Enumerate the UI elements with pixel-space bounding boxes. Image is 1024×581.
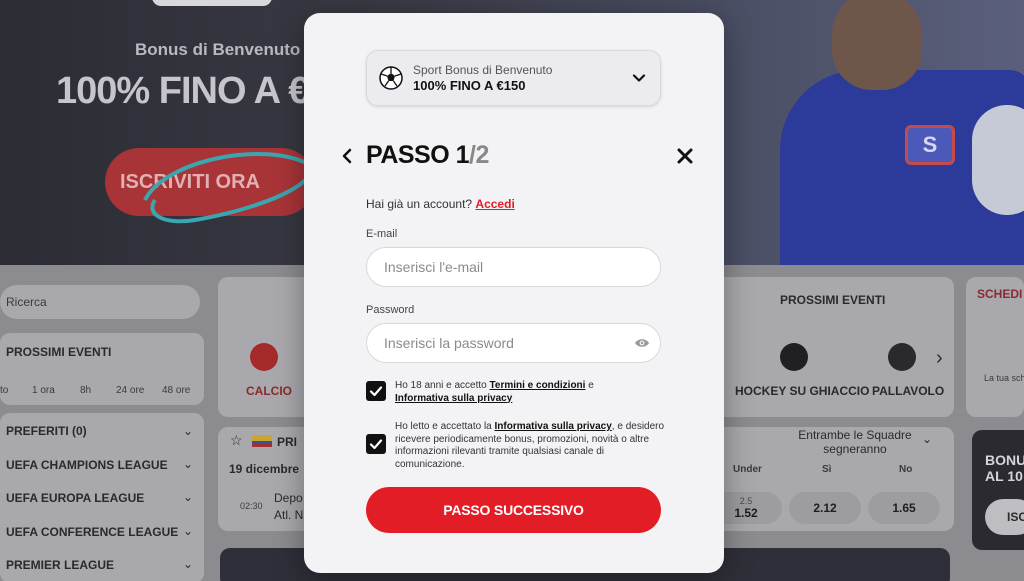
match-date: 19 dicembre — [229, 462, 300, 476]
sport-label-soccer[interactable]: CALCIO — [246, 384, 292, 398]
hockey-puck-icon[interactable] — [780, 343, 808, 371]
password-label: Password — [366, 304, 415, 316]
column-header: No — [899, 464, 913, 475]
odds-button[interactable]: 2.12 — [789, 492, 861, 524]
chevron-down-icon[interactable]: ⌄ — [183, 424, 193, 438]
sidebar-item-favorites[interactable]: PREFERITI (0) — [6, 424, 87, 438]
soccer-ball-icon[interactable] — [250, 343, 278, 371]
scribble-decoration-icon — [143, 152, 313, 224]
step-header: PASSO 1/2 — [338, 141, 698, 173]
bonus-title: 100% FINO A €150 — [413, 78, 526, 93]
betslip-title: SCHEDI — [977, 287, 1023, 301]
sidebar-item-league[interactable]: PREMIER LEAGUE — [6, 558, 114, 572]
bonus-dropdown[interactable]: Sport Bonus di Benvenuto 100% FINO A €15… — [366, 50, 661, 106]
chevron-down-icon[interactable]: ⌄ — [183, 490, 193, 504]
marketing-checkbox[interactable] — [366, 434, 386, 454]
league-name: PRI — [277, 435, 298, 449]
bonus-card-text: BONU — [985, 452, 1024, 468]
hero-title: 100% FINO A € — [56, 70, 309, 112]
hero-player-image: S — [760, 0, 1024, 265]
consent-marketing: Ho letto e accettato la Informativa sull… — [366, 421, 666, 471]
bonus-subtitle: Sport Bonus di Benvenuto — [413, 63, 553, 77]
time-filter[interactable]: 1 ora — [32, 385, 55, 396]
chevron-down-icon[interactable]: ⌄ — [183, 524, 193, 538]
hero-top-button[interactable] — [152, 0, 272, 6]
upcoming-title: PROSSIMI EVENTI — [6, 345, 112, 359]
sport-label-volleyball[interactable]: PALLAVOLO — [872, 384, 944, 398]
login-prompt: Hai già un account? Accedi — [366, 197, 515, 211]
privacy-link[interactable]: Informativa sulla privacy — [495, 421, 612, 432]
market-title: Entrambe le Squadre segneranno — [798, 428, 912, 456]
star-icon[interactable]: ☆ — [230, 432, 243, 449]
bonus-text: Sport Bonus di Benvenuto 100% FINO A €15… — [413, 63, 632, 93]
volleyball-icon[interactable] — [888, 343, 916, 371]
chevron-down-icon[interactable]: ⌄ — [183, 457, 193, 471]
close-icon[interactable] — [674, 145, 696, 167]
step-title: PASSO 1/2 — [366, 141, 489, 170]
chevron-left-icon[interactable] — [338, 145, 358, 167]
center-upcoming-title: PROSSIMI EVENTI — [780, 293, 886, 307]
team-home[interactable]: Depo — [274, 491, 303, 505]
betslip-note: La tua sch — [984, 373, 1024, 383]
favorites-count: (0) — [72, 424, 87, 438]
eye-icon[interactable] — [634, 337, 650, 349]
sport-label-hockey[interactable]: HOCKEY SU GHIACCIO — [735, 384, 869, 398]
checkmark-icon — [369, 439, 383, 450]
signup-modal: Sport Bonus di Benvenuto 100% FINO A €15… — [304, 13, 724, 573]
sidebar-item-league[interactable]: UEFA CHAMPIONS LEAGUE — [6, 458, 168, 472]
checkmark-icon — [369, 386, 383, 397]
sidebar-item-league[interactable]: UEFA EUROPA LEAGUE — [6, 491, 144, 505]
chevron-down-icon — [632, 74, 646, 82]
age-terms-text: Ho 18 anni e accetto Termini e condizion… — [395, 380, 594, 404]
chevron-right-icon[interactable]: › — [936, 347, 943, 370]
search-placeholder: Ricerca — [6, 295, 47, 309]
hero-subtitle: Bonus di Benvenuto — [135, 40, 301, 59]
time-filter[interactable]: to — [0, 385, 8, 396]
email-field[interactable] — [366, 247, 661, 287]
chevron-down-icon[interactable]: ⌄ — [922, 432, 932, 446]
login-prompt-text: Hai già un account? — [366, 197, 473, 211]
sidebar-item-league[interactable]: UEFA CONFERENCE LEAGUE — [6, 525, 178, 539]
step-current: PASSO 1 — [366, 141, 470, 169]
privacy-link[interactable]: Informativa sulla privacy — [395, 393, 512, 404]
next-step-button[interactable]: PASSO SUCCESSIVO — [366, 487, 661, 533]
time-filter[interactable]: 8h — [80, 385, 91, 396]
bonus-card-button[interactable]: ISC — [985, 499, 1024, 535]
soccer-ball-icon — [379, 66, 403, 90]
marketing-text: Ho letto e accettato la Informativa sull… — [395, 421, 665, 470]
email-label: E-mail — [366, 228, 398, 240]
favorites-label: PREFERITI — [6, 424, 69, 438]
colombia-flag-icon — [252, 435, 272, 447]
terms-link[interactable]: Termini e condizioni — [490, 380, 586, 391]
column-header: Sì — [822, 464, 832, 475]
time-filter[interactable]: 48 ore — [162, 385, 190, 396]
step-total: /2 — [469, 141, 489, 169]
time-filter[interactable]: 24 ore — [116, 385, 144, 396]
bonus-card-text: AL 10 — [985, 468, 1023, 484]
odds-button[interactable]: 1.65 — [868, 492, 940, 524]
column-header: Under — [733, 464, 762, 475]
consent-age-terms: Ho 18 anni e accetto Termini e condizion… — [366, 380, 666, 405]
match-time: 02:30 — [240, 501, 263, 511]
login-link[interactable]: Accedi — [475, 197, 514, 211]
password-field[interactable] — [366, 323, 661, 363]
age-terms-checkbox[interactable] — [366, 381, 386, 401]
chevron-down-icon[interactable]: ⌄ — [183, 557, 193, 571]
